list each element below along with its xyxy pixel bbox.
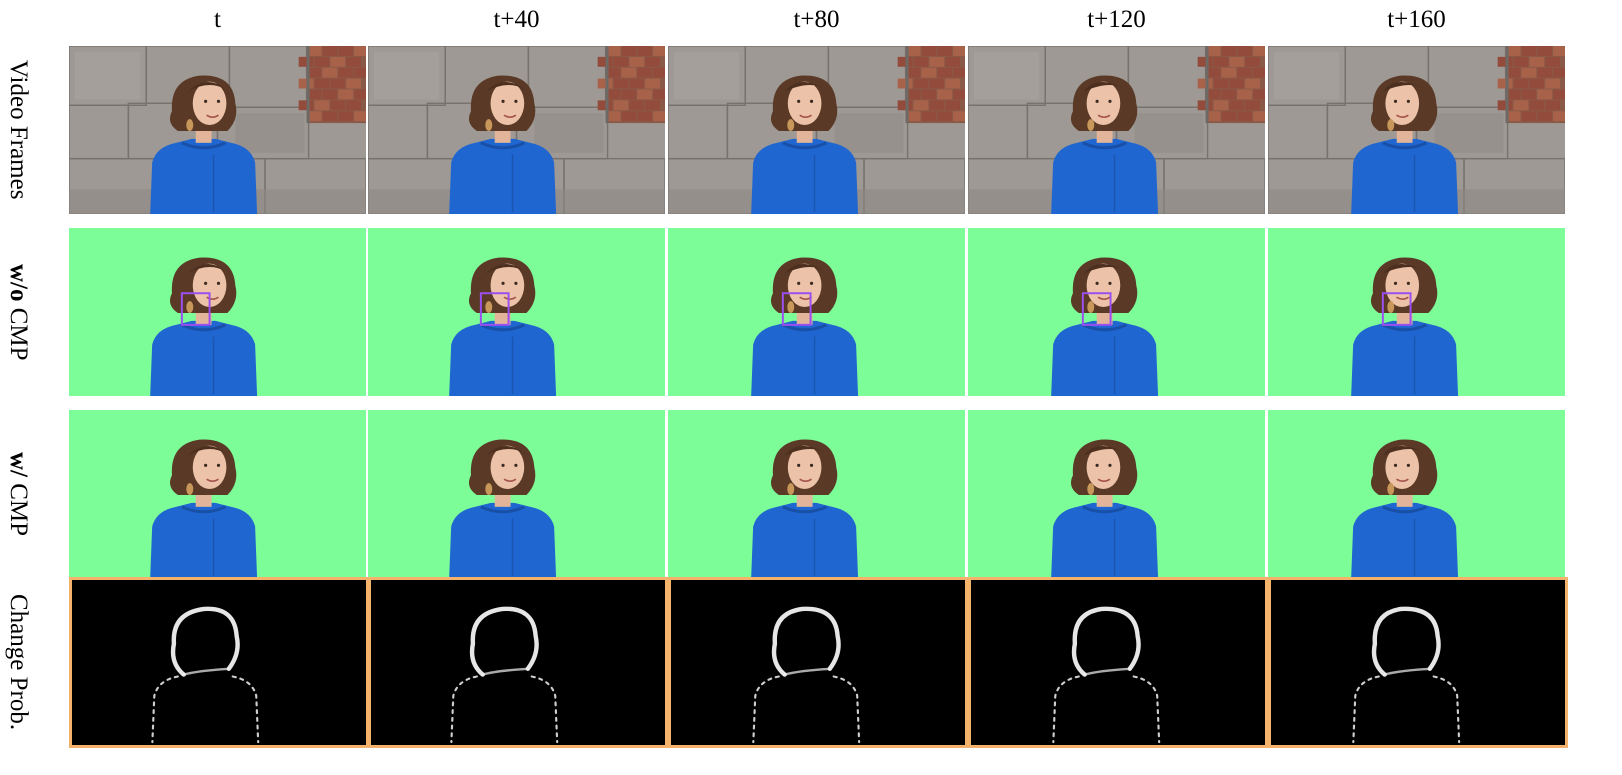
column-header-4: t+160 — [1387, 6, 1446, 33]
row-label-text: Change Prob. — [5, 594, 32, 731]
matte-image-2 — [668, 410, 965, 578]
matte-box-image-2 — [668, 228, 965, 396]
row-label-text: Video Frames — [5, 60, 32, 200]
frame-image-1 — [368, 46, 665, 214]
row-label-bold: w/ — [5, 451, 32, 477]
row-label-1: w/o CMP — [0, 228, 36, 396]
frame-image-3 — [968, 46, 1265, 214]
frame-image-2 — [668, 46, 965, 214]
row-label-2: w/ CMP — [0, 410, 36, 578]
prob-image-4 — [1268, 577, 1568, 748]
frame-image-0 — [69, 46, 366, 214]
matte-box-image-3 — [968, 228, 1265, 396]
column-header-2: t+80 — [793, 6, 840, 33]
row-label-3: Change Prob. — [0, 577, 36, 748]
row-label-text: CMP — [5, 301, 32, 361]
frame-image-4 — [1268, 46, 1565, 214]
column-header-1: t+40 — [493, 6, 540, 33]
matte-image-4 — [1268, 410, 1565, 578]
column-header-3: t+120 — [1087, 6, 1146, 33]
row-label-0: Video Frames — [0, 46, 36, 214]
prob-image-2 — [668, 577, 968, 748]
matte-box-image-1 — [368, 228, 665, 396]
column-header-0: t — [214, 6, 221, 33]
prob-image-3 — [968, 577, 1268, 748]
prob-image-1 — [368, 577, 668, 748]
matte-image-1 — [368, 410, 665, 578]
row-label-text: CMP — [5, 476, 32, 537]
matte-box-image-4 — [1268, 228, 1565, 396]
prob-image-0 — [69, 577, 369, 748]
matte-box-image-0 — [69, 228, 366, 396]
matte-image-0 — [69, 410, 366, 578]
row-label-bold: w/o — [5, 263, 32, 302]
matte-image-3 — [968, 410, 1265, 578]
